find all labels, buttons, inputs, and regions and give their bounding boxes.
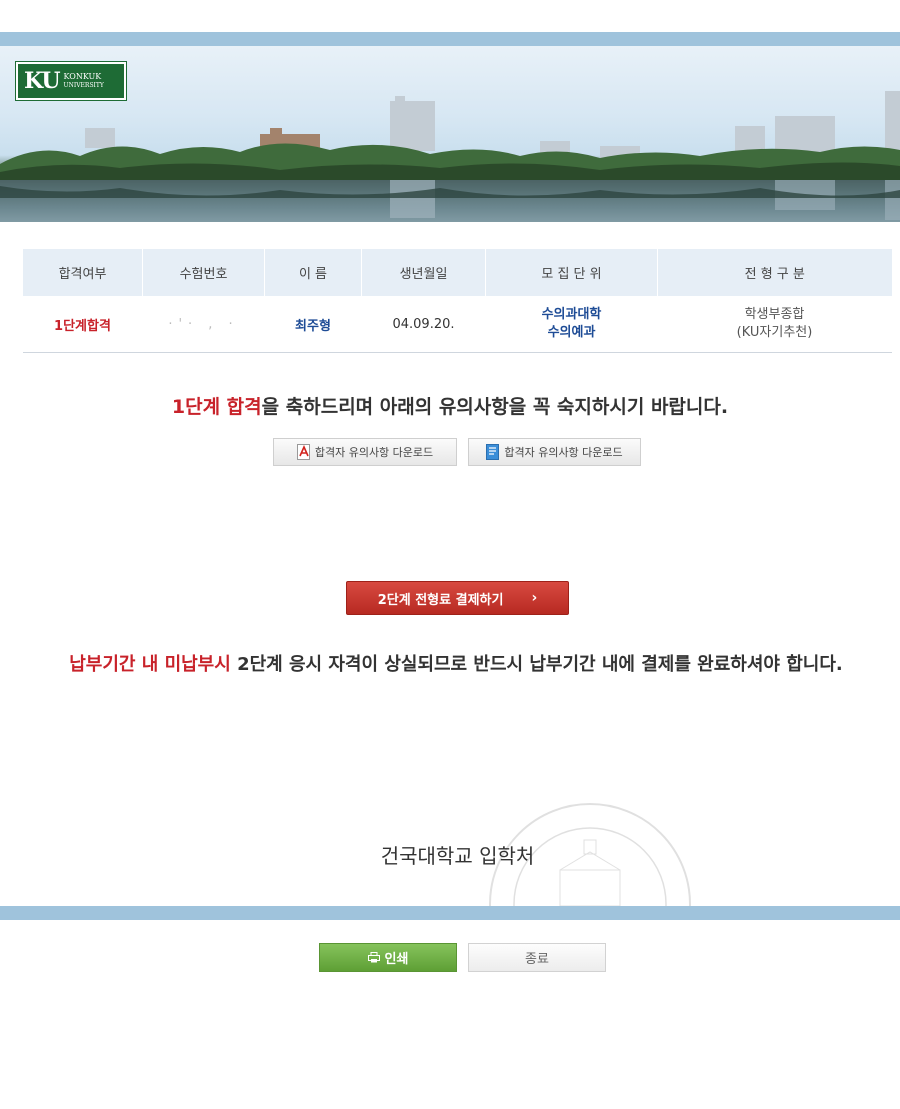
unit-cell: 수의과대학 수의예과	[485, 296, 658, 353]
type-sub: (KU자기추천)	[736, 325, 813, 340]
header-status: 합격여부	[22, 249, 143, 296]
hwp-document-icon	[486, 444, 500, 460]
header-exam-number: 수험번호	[142, 249, 265, 296]
logo-name: KONKUK	[63, 72, 102, 81]
logo-mark: KU	[24, 68, 61, 94]
top-bar	[0, 32, 900, 46]
exam-number-cell: ·'· , ·	[142, 296, 265, 353]
notice-highlight: 납부기간 내 미납부시	[69, 654, 231, 675]
table-header-row: 합격여부 수험번호 이 름 생년월일 모 집 단 위 전 형 구 분	[22, 249, 892, 296]
congrats-highlight: 1단계 합격	[171, 396, 262, 418]
unit-college: 수의과대학	[541, 307, 602, 322]
congrats-text: 을 축하드리며 아래의 유의사항을 꼭 숙지하시기 바랍니다.	[261, 396, 729, 418]
type-main: 학생부종합	[744, 307, 805, 322]
close-label: 종료	[525, 952, 549, 967]
pdf-icon	[296, 444, 311, 460]
table-row: 1단계합격 ·'· , · 최주형 04.09.20. 수의과대학 수의예과 학…	[22, 296, 892, 353]
chevron-right-icon: ›	[531, 590, 538, 606]
notice-text: 2단계 응시 자격이 상실되므로 반드시 납부기간 내에 결제를 완료하셔야 합…	[230, 654, 843, 675]
hwp-download-label: 합격자 유의사항 다운로드	[504, 446, 623, 459]
result-table: 합격여부 수험번호 이 름 생년월일 모 집 단 위 전 형 구 분 1단계합격…	[22, 249, 892, 353]
print-label: 인쇄	[384, 952, 409, 967]
birth-cell: 04.09.20.	[361, 296, 486, 353]
header-unit: 모 집 단 위	[485, 249, 658, 296]
payment-label: 2단계 전형료 결제하기	[377, 592, 504, 608]
campus-banner: KU KONKUK UNIVERSITY	[0, 46, 900, 222]
konkuk-logo[interactable]: KU KONKUK UNIVERSITY	[15, 61, 127, 101]
payment-notice: 납부기간 내 미납부시 2단계 응시 자격이 상실되므로 반드시 납부기간 내에…	[24, 645, 888, 685]
admissions-office: 건국대학교 입학처	[380, 844, 535, 868]
bottom-bar	[0, 906, 900, 920]
header-type: 전 형 구 분	[657, 249, 892, 296]
header-birth: 생년월일	[361, 249, 486, 296]
status-cell: 1단계합격	[22, 296, 143, 353]
unit-department: 수의예과	[547, 325, 596, 340]
header-name: 이 름	[264, 249, 362, 296]
pdf-download-label: 합격자 유의사항 다운로드	[314, 446, 434, 459]
close-button[interactable]: 종료	[468, 943, 606, 972]
print-button[interactable]: 인쇄	[319, 943, 457, 972]
hwp-download-button[interactable]: 합격자 유의사항 다운로드	[468, 438, 641, 466]
name-cell: 최주형	[264, 296, 362, 353]
campus-skyline-image	[0, 91, 900, 222]
logo-subtitle: UNIVERSITY	[63, 82, 104, 89]
stage2-payment-button[interactable]: 2단계 전형료 결제하기 ›	[346, 581, 569, 615]
pdf-download-button[interactable]: 합격자 유의사항 다운로드	[273, 438, 457, 466]
type-cell: 학생부종합 (KU자기추천)	[657, 296, 892, 353]
printer-icon	[367, 952, 380, 963]
congratulations-message: 1단계 합격을 축하드리며 아래의 유의사항을 꼭 숙지하시기 바랍니다.	[0, 392, 900, 419]
